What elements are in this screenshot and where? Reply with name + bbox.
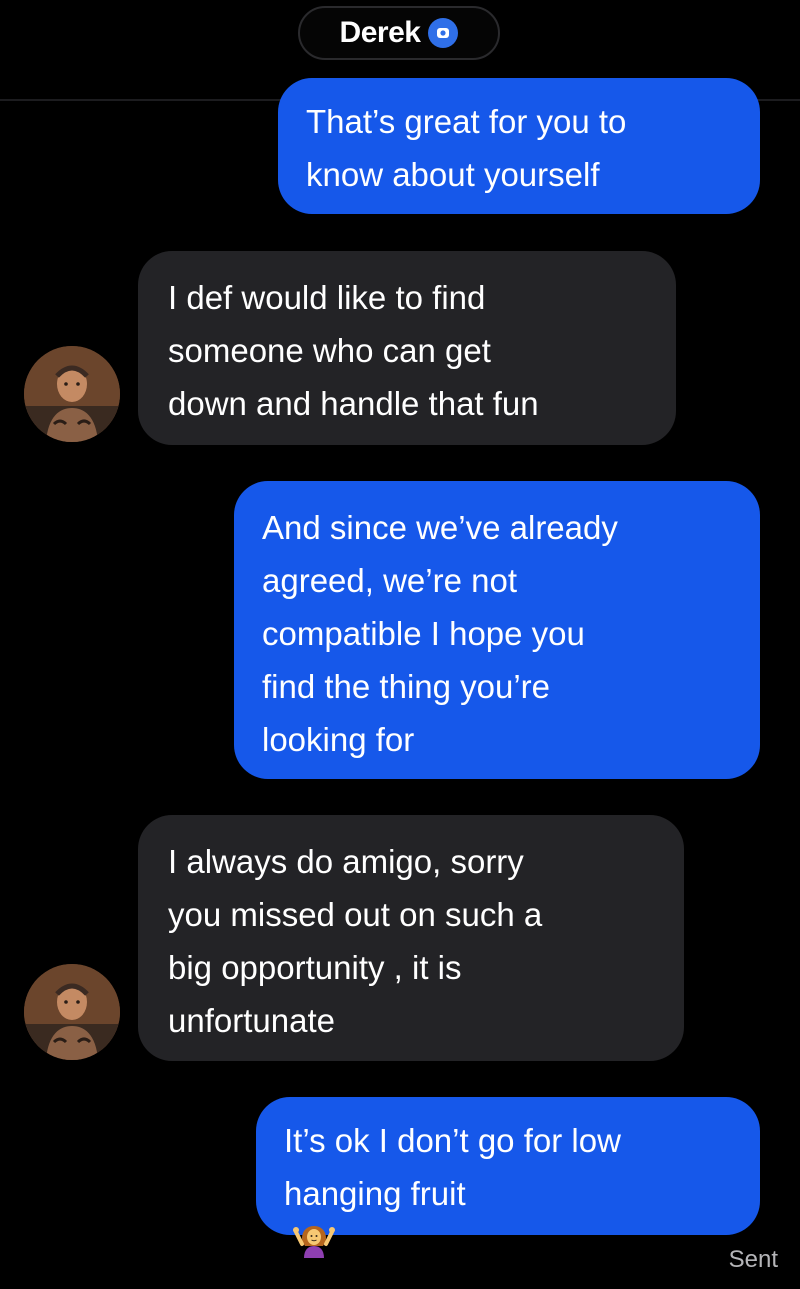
sent-message[interactable]: That’s great for you to know about yours… — [278, 78, 760, 214]
message-line: It’s ok I don’t go for low — [284, 1122, 621, 1159]
message-line: find the thing you’re — [262, 668, 551, 705]
message-line: someone who can get — [168, 332, 491, 369]
received-message[interactable]: I always do amigo, sorry you missed out … — [138, 815, 684, 1061]
message-line: unfortunate — [168, 1002, 335, 1039]
message-line-text: hanging fruit — [284, 1175, 466, 1212]
message-line: big opportunity , it is — [168, 949, 462, 986]
message-line: agreed, we’re not — [262, 562, 517, 599]
message-line: compatible I hope you — [262, 615, 585, 652]
sent-message[interactable]: It’s ok I don’t go for low hanging fruit — [256, 1097, 760, 1258]
message-line: That’s great for you to — [306, 103, 627, 140]
message-line: looking for — [262, 721, 415, 758]
message-line: I def would like to find — [168, 279, 486, 316]
sent-message[interactable]: And since we’ve already agreed, we’re no… — [234, 481, 760, 779]
contact-name: Derek — [339, 16, 421, 49]
received-message[interactable]: I def would like to find someone who can… — [138, 251, 676, 445]
message-line: hanging fruit — [284, 1167, 760, 1273]
message-line: know about yourself — [306, 156, 600, 193]
message-line: down and handle that fun — [168, 385, 539, 422]
message-line: I always do amigo, sorry — [168, 843, 524, 880]
delivery-status: Sent — [728, 1246, 778, 1273]
contact-avatar[interactable] — [24, 964, 120, 1060]
message-line: you missed out on such a — [168, 896, 543, 933]
contact-avatar[interactable] — [24, 346, 120, 442]
verified-badge-icon — [428, 18, 459, 48]
message-line: And since we’ve already — [262, 509, 618, 546]
shrugging-woman-emoji-icon — [292, 1220, 760, 1273]
contact-name-pill[interactable]: Derek — [298, 6, 500, 60]
